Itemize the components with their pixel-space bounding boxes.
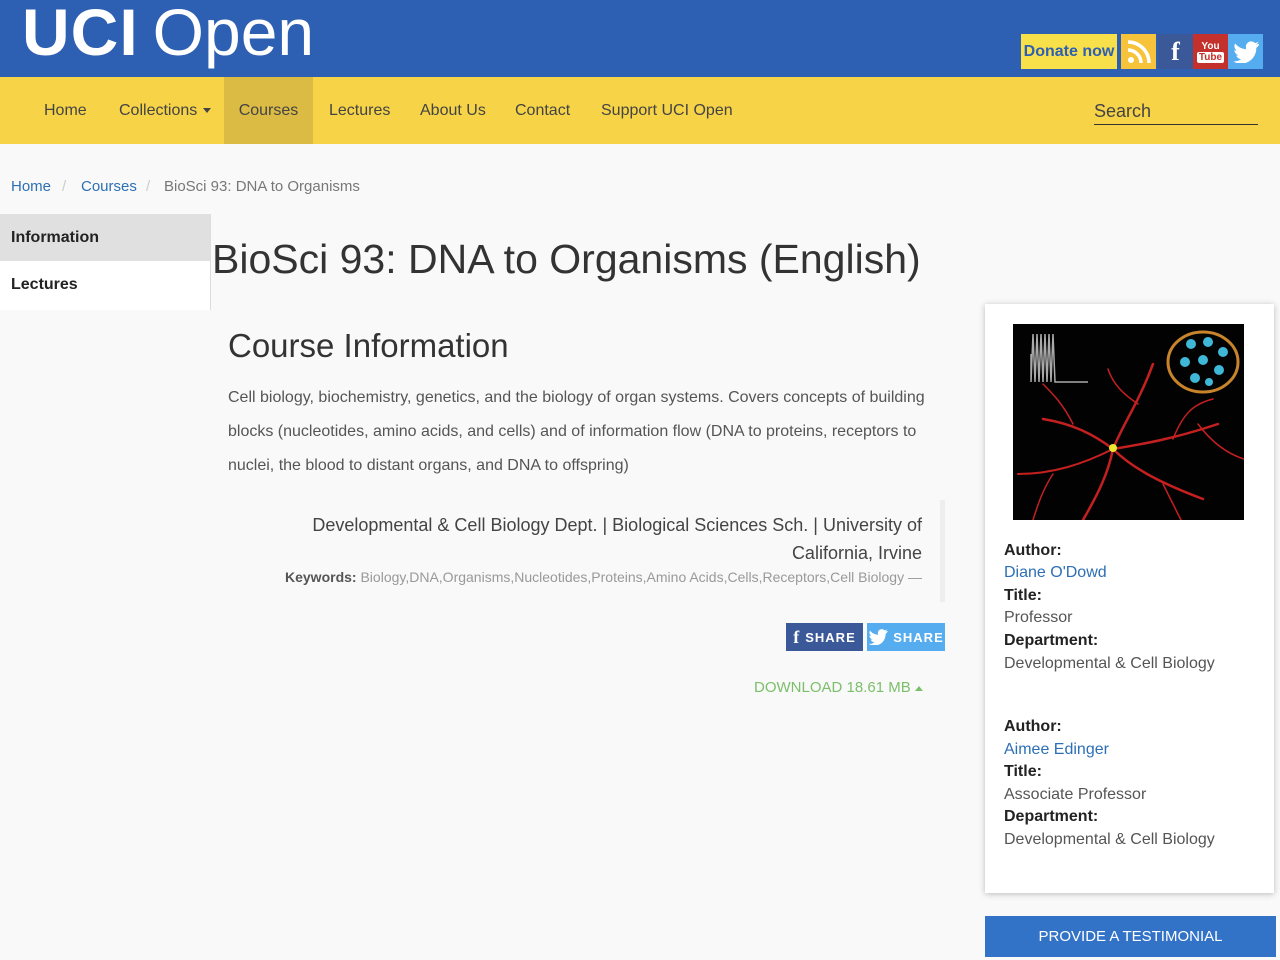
breadcrumb-separator: / [146,178,151,195]
nav-contact[interactable]: Contact [515,77,570,144]
facebook-icon: f [793,626,801,647]
rss-icon[interactable] [1121,34,1156,69]
provide-testimonial-button[interactable]: PROVIDE A TESTIMONIAL [985,916,1276,957]
author-title: Associate Professor [1004,786,1147,803]
section-title: Course Information [228,327,509,364]
twitter-icon[interactable] [1228,34,1263,69]
facebook-share-button[interactable]: f SHARE [786,623,863,651]
main-navbar: Home Collections Courses Lectures About … [0,77,1280,144]
tab-lectures[interactable]: Lectures [0,261,210,308]
youtube-bottom-text: Tube [1196,51,1225,63]
author-department: Developmental & Cell Biology [1004,831,1215,848]
caret-up-icon [914,685,923,691]
course-image [1013,324,1244,520]
author-title: Professor [1004,609,1073,626]
keywords-list: Biology,DNA,Organisms,Nucleotides,Protei… [360,569,922,585]
author-card: Author: Diane O'Dowd Title: Professor De… [985,304,1274,893]
tab-information[interactable]: Information [0,214,210,261]
share-label: SHARE [805,629,856,645]
keywords-label: Keywords: [285,569,357,585]
logo-open-text: Open [152,0,315,69]
course-side-tabs: Information Lectures [0,214,211,310]
nav-about-us[interactable]: About Us [420,77,486,144]
page-title: BioSci 93: DNA to Organisms (English) [212,236,921,282]
department-label: Department: [1004,632,1099,649]
author-name-link[interactable]: Aimee Edinger [1004,741,1109,759]
logo-uci-text: UCI [22,0,139,69]
breadcrumb-courses[interactable]: Courses [81,178,137,195]
breadcrumb-current: BioSci 93: DNA to Organisms [164,178,360,195]
nav-collections[interactable]: Collections [119,77,212,144]
download-button[interactable]: DOWNLOAD 18.61 MB [754,679,923,696]
course-meta-quote: Developmental & Cell Biology Dept. | Bio… [250,500,945,602]
nav-support[interactable]: Support UCI Open [601,77,733,144]
breadcrumb-separator: / [62,178,67,195]
author-department: Developmental & Cell Biology [1004,655,1215,672]
youtube-top-text: You [1201,40,1220,52]
course-description: Cell biology, biochemistry, genetics, an… [228,389,925,474]
site-header: UCI Open Donate now f You Tube [0,0,1280,77]
nav-courses[interactable]: Courses [224,77,313,144]
nav-lectures[interactable]: Lectures [329,77,390,144]
nav-collections-label: Collections [119,102,198,119]
author-name-link[interactable]: Diane O'Dowd [1004,564,1107,582]
department-label: Department: [1004,808,1099,825]
title-label: Title: [1004,587,1042,604]
twitter-share-button[interactable]: SHARE [867,623,945,651]
nav-home[interactable]: Home [44,77,87,144]
download-label: DOWNLOAD 18.61 MB [754,679,911,696]
twitter-icon [868,629,888,645]
keywords-line: Keywords: Biology,DNA,Organisms,Nucleoti… [250,569,922,585]
youtube-icon[interactable]: You Tube [1193,34,1228,69]
title-label: Title: [1004,763,1042,780]
share-label: SHARE [893,629,944,645]
author-label: Author: [1004,718,1062,735]
search-input[interactable] [1094,98,1258,125]
caret-down-icon [203,108,212,114]
author-label: Author: [1004,542,1062,559]
department-line: Developmental & Cell Biology Dept. | Bio… [312,515,922,563]
breadcrumb-home[interactable]: Home [11,178,51,195]
facebook-icon[interactable]: f [1158,34,1193,69]
uci-open-logo[interactable]: UCI Open [22,0,314,72]
donate-button[interactable]: Donate now [1021,34,1117,69]
